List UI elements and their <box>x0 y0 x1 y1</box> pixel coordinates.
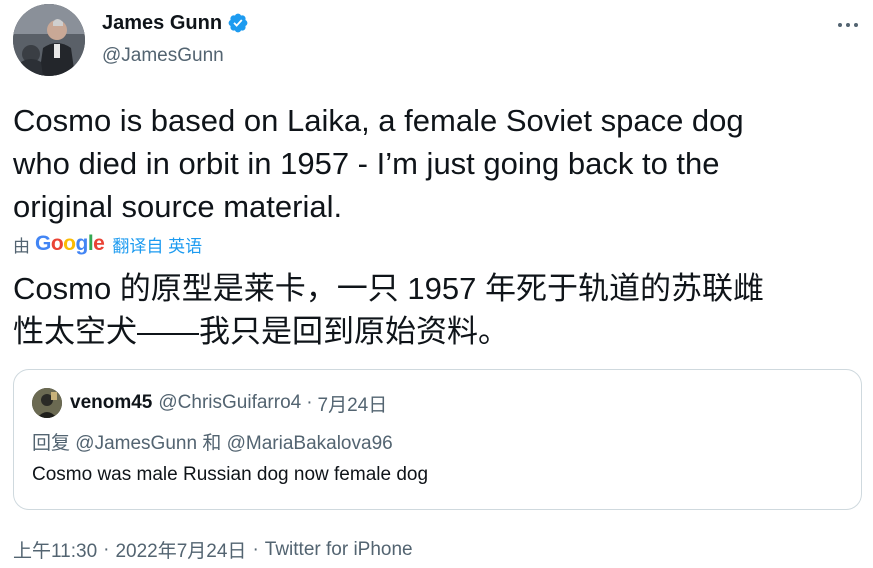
tweet-time[interactable]: 上午11:30 <box>13 536 97 563</box>
tweet-text-line: Cosmo is based on Laika, a female Soviet… <box>13 103 744 138</box>
author-display-name[interactable]: James Gunn <box>102 12 222 35</box>
quoted-author-avatar[interactable] <box>32 388 62 418</box>
author-name-block: James Gunn @JamesGunn <box>102 10 249 67</box>
more-dot <box>854 23 858 27</box>
author-name-row: James Gunn <box>102 10 249 36</box>
quoted-author-avatar-image <box>32 388 62 418</box>
quoted-separator: · <box>306 392 313 413</box>
quoted-display-name[interactable]: venom45 <box>70 392 152 414</box>
translated-text: Cosmo 的原型是莱卡，一只 1957 年死于轨道的苏联雌 性太空犬——我只是… <box>13 267 863 353</box>
tweet-date[interactable]: 2022年7月24日 <box>115 536 246 563</box>
author-handle[interactable]: @JamesGunn <box>102 45 249 67</box>
tweet-source[interactable]: Twitter for iPhone <box>265 539 413 561</box>
translated-by-label: 由 <box>13 236 30 256</box>
reply-conjunction: 和 <box>202 433 222 454</box>
tweet-text-line: original source material. <box>13 189 343 224</box>
tweet-text-line: who died in orbit in 1957 - I’m just goi… <box>13 146 720 181</box>
reply-mention[interactable]: @MariaBakalova96 <box>227 433 393 454</box>
verified-badge-icon <box>227 12 249 34</box>
tweet-header: James Gunn @JamesGunn <box>13 4 863 78</box>
more-options-icon[interactable] <box>833 12 863 38</box>
quoted-handle[interactable]: @ChrisGuifarro4 <box>158 392 301 414</box>
translated-text-line: Cosmo 的原型是莱卡，一只 1957 年死于轨道的苏联雌 <box>13 271 764 306</box>
reply-prefix: 回复 <box>32 433 71 454</box>
author-avatar-image <box>13 4 85 76</box>
more-dot <box>846 23 850 27</box>
metadata-separator: · <box>252 538 259 560</box>
reply-mention[interactable]: @JamesGunn <box>75 433 197 454</box>
translated-from-link[interactable]: 翻译自 英语 <box>112 232 202 257</box>
quoted-tweet-header: venom45 @ChrisGuifarro4 · 7月24日 <box>32 388 387 418</box>
tweet-text: Cosmo is based on Laika, a female Soviet… <box>13 99 863 228</box>
metadata-separator: · <box>103 538 110 560</box>
quoted-tweet-text: Cosmo was male Russian dog now female do… <box>32 464 429 485</box>
translation-attribution: 由 Google 翻译自 英语 <box>13 230 202 258</box>
translated-text-line: 性太空犬——我只是回到原始资料。 <box>13 314 509 349</box>
more-dot <box>838 23 842 27</box>
google-logo: Google <box>35 232 105 255</box>
quoted-reply-context: 回复 @JamesGunn 和 @MariaBakalova96 <box>32 428 393 455</box>
author-avatar[interactable] <box>13 4 85 76</box>
quoted-tweet-card[interactable]: venom45 @ChrisGuifarro4 · 7月24日 回复 @Jame… <box>13 369 862 510</box>
tweet-metadata: 上午11:30 · 2022年7月24日 · Twitter for iPhon… <box>13 536 413 563</box>
quoted-date[interactable]: 7月24日 <box>318 390 388 417</box>
